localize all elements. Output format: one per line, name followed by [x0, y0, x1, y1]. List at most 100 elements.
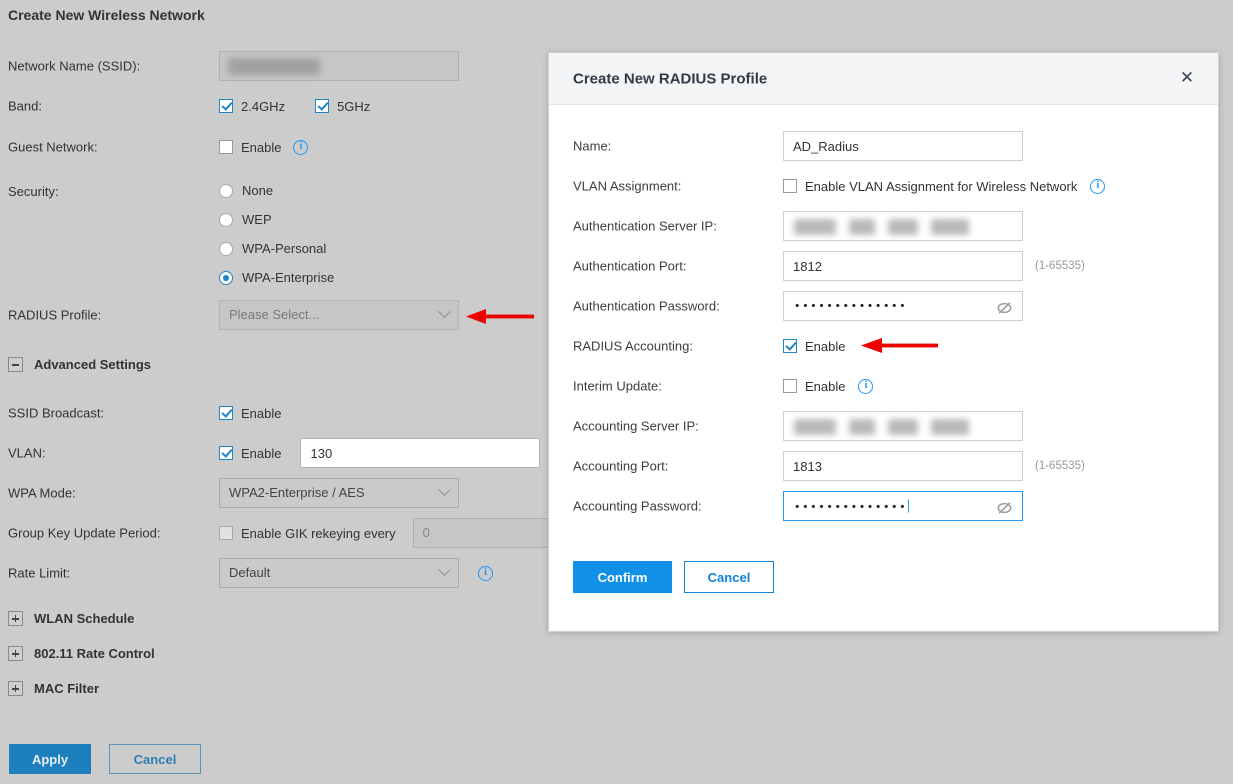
- radius-profile-modal: Create New RADIUS Profile ✕ Name: VLAN A…: [548, 52, 1219, 632]
- auth-password-label: Authentication Password:: [573, 298, 720, 314]
- guest-network-checkbox[interactable]: Enable: [219, 140, 281, 155]
- section-label: WLAN Schedule: [34, 611, 135, 626]
- interim-update-label: Interim Update:: [573, 378, 662, 394]
- radio-box: [219, 212, 233, 227]
- eye-off-icon[interactable]: [996, 298, 1013, 314]
- ssid-input[interactable]: [219, 51, 459, 81]
- security-label: Security:: [8, 184, 59, 199]
- name-label: Name:: [573, 138, 612, 154]
- band-24ghz-checkbox[interactable]: 2.4GHz: [219, 99, 285, 114]
- vlan-assignment-checkbox-label: Enable VLAN Assignment for Wireless Netw…: [805, 178, 1078, 194]
- info-icon[interactable]: i: [478, 565, 493, 581]
- gik-interval-value: 0: [422, 525, 430, 540]
- auth-password-input[interactable]: ••••••••••••••: [783, 291, 1023, 321]
- acct-password-value-wrap: ••••••••••••••: [794, 499, 910, 514]
- modal-row-name: Name:: [549, 131, 1220, 161]
- acct-server-ip-input[interactable]: [783, 411, 1023, 441]
- security-radio-wpa-enterprise[interactable]: WPA-Enterprise: [219, 263, 334, 292]
- field-row-guest-network: Guest Network: Enable i: [0, 132, 560, 162]
- cancel-button[interactable]: Cancel: [109, 744, 201, 774]
- checkbox-box: [219, 99, 233, 113]
- chevron-down-icon: [438, 305, 451, 319]
- radius-accounting-label: RADIUS Accounting:: [573, 338, 693, 354]
- checkbox-box: [783, 179, 797, 193]
- modal-row-vlan-assignment: VLAN Assignment: Enable VLAN Assignment …: [549, 171, 1220, 201]
- section-label: 802.11 Rate Control: [34, 646, 155, 661]
- vlan-checkbox[interactable]: Enable: [219, 446, 281, 461]
- acct-server-ip-blurred-value: [794, 419, 969, 435]
- checkbox-box: [219, 526, 233, 540]
- modal-row-acct-port: Accounting Port: (1-65535): [549, 451, 1220, 481]
- vlan-assignment-label: VLAN Assignment:: [573, 178, 682, 194]
- vlan-enable-label: Enable: [241, 445, 282, 461]
- section-mac-filter[interactable]: MAC Filter: [8, 681, 99, 696]
- modal-row-auth-server-ip: Authentication Server IP:: [549, 211, 1220, 241]
- auth-server-ip-label: Authentication Server IP:: [573, 218, 717, 234]
- ssid-broadcast-checkbox[interactable]: Enable: [219, 406, 281, 421]
- auth-password-value: ••••••••••••••: [794, 299, 908, 313]
- modal-footer: Confirm Cancel: [573, 561, 774, 593]
- wpa-mode-select[interactable]: WPA2-Enterprise / AES: [219, 478, 459, 508]
- acct-password-value: ••••••••••••••: [794, 500, 908, 514]
- auth-server-ip-blurred-value: [794, 219, 969, 235]
- gik-enable-label: Enable GIK rekeying every: [241, 525, 396, 541]
- radius-profile-select[interactable]: Please Select...: [219, 300, 459, 330]
- confirm-button[interactable]: Confirm: [573, 561, 672, 593]
- section-rate-control[interactable]: 802.11 Rate Control: [8, 646, 155, 661]
- radius-profile-placeholder: Please Select...: [229, 307, 320, 322]
- vlan-id-input[interactable]: [300, 438, 541, 468]
- auth-server-ip-input[interactable]: [783, 211, 1023, 241]
- chevron-down-icon: [438, 483, 451, 497]
- acct-port-label: Accounting Port:: [573, 458, 669, 474]
- acct-server-ip-label: Accounting Server IP:: [573, 418, 699, 434]
- screen: Create New Wireless Network Network Name…: [0, 0, 1233, 784]
- security-option-label: WEP: [242, 212, 272, 227]
- info-icon[interactable]: i: [858, 378, 874, 394]
- acct-password-input[interactable]: ••••••••••••••: [783, 491, 1023, 521]
- checkbox-box: [315, 99, 330, 113]
- info-icon[interactable]: i: [293, 139, 309, 155]
- radius-accounting-checkbox[interactable]: Enable: [783, 339, 845, 354]
- name-input[interactable]: [783, 131, 1023, 161]
- section-wlan-schedule[interactable]: WLAN Schedule: [8, 611, 134, 626]
- close-icon[interactable]: ✕: [1176, 68, 1198, 90]
- apply-button[interactable]: Apply: [9, 744, 91, 774]
- auth-port-input[interactable]: [783, 251, 1023, 281]
- section-advanced-settings[interactable]: Advanced Settings: [8, 357, 151, 372]
- modal-row-auth-password: Authentication Password: ••••••••••••••: [549, 291, 1220, 321]
- field-row-rate-limit: Rate Limit: Default i: [0, 558, 560, 588]
- interim-update-checkbox[interactable]: Enable: [783, 379, 845, 394]
- gik-rekeying-checkbox[interactable]: Enable GIK rekeying every: [219, 526, 396, 541]
- eye-off-icon[interactable]: [996, 498, 1013, 514]
- checkbox-box: [783, 339, 797, 353]
- security-radio-wpa-personal[interactable]: WPA-Personal: [219, 234, 334, 263]
- band-24ghz-label: 2.4GHz: [241, 98, 286, 114]
- interim-update-enable-label: Enable: [805, 378, 846, 394]
- section-label: MAC Filter: [34, 681, 99, 696]
- vlan-assignment-checkbox[interactable]: Enable VLAN Assignment for Wireless Netw…: [783, 179, 1077, 194]
- field-row-ssid-broadcast: SSID Broadcast: Enable: [0, 398, 560, 428]
- expand-plus-icon: [8, 611, 23, 626]
- band-5ghz-label: 5GHz: [337, 98, 371, 114]
- vlan-label: VLAN:: [8, 445, 46, 461]
- field-row-vlan: VLAN: Enable: [0, 438, 560, 468]
- checkbox-box: [783, 379, 797, 393]
- security-radio-wep[interactable]: WEP: [219, 205, 334, 234]
- text-caret: [908, 499, 910, 513]
- radio-box: [219, 270, 233, 285]
- wpa-mode-value: WPA2-Enterprise / AES: [229, 485, 365, 500]
- expand-plus-icon: [8, 681, 23, 696]
- radio-box: [219, 183, 233, 198]
- modal-row-acct-server-ip: Accounting Server IP:: [549, 411, 1220, 441]
- acct-port-input[interactable]: [783, 451, 1023, 481]
- page-title: Create New Wireless Network: [8, 7, 205, 23]
- info-icon[interactable]: i: [1090, 178, 1106, 194]
- band-5ghz-checkbox[interactable]: 5GHz: [315, 99, 370, 114]
- wpa-mode-label: WPA Mode:: [8, 485, 76, 501]
- section-label: Advanced Settings: [34, 357, 152, 372]
- modal-cancel-button[interactable]: Cancel: [684, 561, 774, 593]
- security-radio-none[interactable]: None: [219, 176, 334, 205]
- auth-port-label: Authentication Port:: [573, 258, 687, 274]
- checkbox-box: [219, 140, 233, 154]
- rate-limit-select[interactable]: Default: [219, 558, 459, 588]
